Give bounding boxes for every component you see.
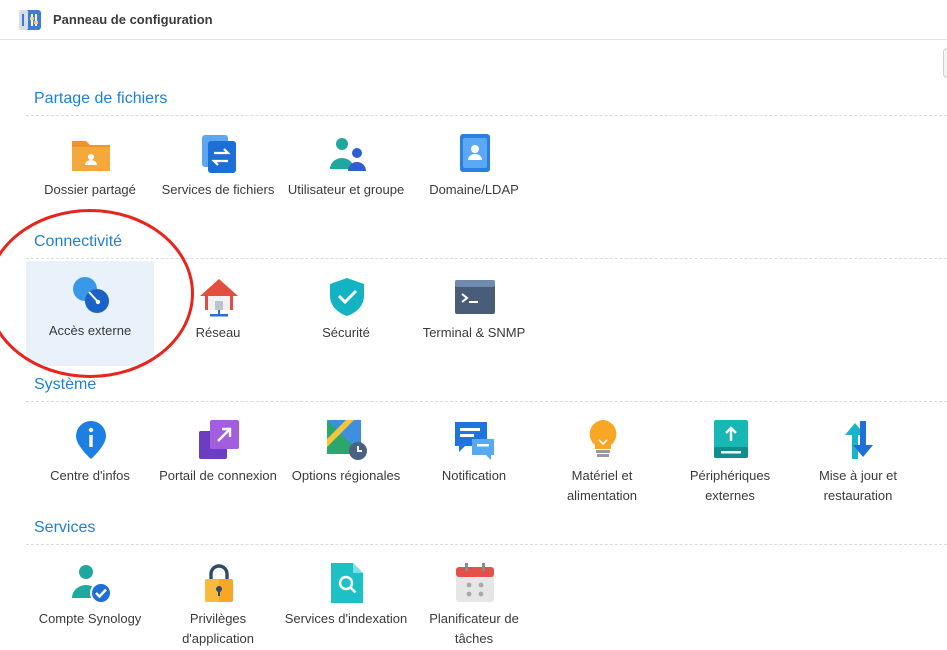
domain-ldap-icon <box>460 134 490 172</box>
tile-regional-options[interactable]: Options régionales <box>282 402 410 507</box>
login-portal-icon <box>199 420 239 459</box>
tile-label: Services de fichiers <box>161 182 275 197</box>
tile-label: Mise à jour et restauration <box>818 468 898 503</box>
tile-label: Planificateur de tâches <box>429 611 519 646</box>
update-restore-icon <box>845 421 873 459</box>
tile-label: Privilèges d'application <box>182 611 254 646</box>
title-bar: Panneau de configuration <box>0 0 947 40</box>
section-title: Système <box>34 376 97 393</box>
regional-options-icon <box>327 420 367 460</box>
section-title: Partage de fichiers <box>34 90 168 107</box>
tile-label: Matériel et alimentation <box>566 468 638 503</box>
external-access-icon <box>73 277 109 313</box>
window-title: Panneau de configuration <box>53 12 213 27</box>
tile-login-portal[interactable]: Portail de connexion <box>154 402 282 507</box>
tile-external-devices[interactable]: Périphériques externes <box>666 402 794 507</box>
tile-shared-folder[interactable]: Dossier partagé <box>26 116 154 221</box>
tile-label: Portail de connexion <box>159 468 277 483</box>
tile-update-restore[interactable]: Mise à jour et restauration <box>794 402 922 507</box>
tile-label: Périphériques externes <box>689 468 771 503</box>
app-privileges-icon <box>205 564 233 602</box>
terminal-icon <box>455 280 495 314</box>
tile-info-center[interactable]: Centre d'infos <box>26 402 154 507</box>
tile-label: Services d'indexation <box>284 611 408 626</box>
section-title: Services <box>34 519 96 536</box>
network-icon <box>200 279 238 317</box>
control-panel-app-icon <box>19 10 41 30</box>
tile-user-group[interactable]: Utilisateur et groupe <box>282 116 410 221</box>
shared-folder-icon <box>72 141 110 171</box>
tile-label: Réseau <box>195 325 241 340</box>
tile-app-privileges[interactable]: Privilèges d'application <box>154 545 282 650</box>
panel-resize-handle[interactable] <box>943 48 947 78</box>
tile-external-access[interactable]: Accès externe <box>26 261 154 366</box>
tile-file-services[interactable]: Services de fichiers <box>154 116 282 221</box>
tile-label: Accès externe <box>48 323 132 338</box>
tile-label: Compte Synology <box>38 611 142 626</box>
notification-icon <box>455 422 494 460</box>
tile-notification[interactable]: Notification <box>410 402 538 507</box>
section-title: Connectivité <box>34 233 123 250</box>
synology-account-icon <box>72 565 112 604</box>
tile-label: Terminal & SNMP <box>422 325 526 340</box>
tile-label: Utilisateur et groupe <box>287 182 405 197</box>
tile-security[interactable]: Sécurité <box>282 259 410 364</box>
tile-task-scheduler[interactable]: Planificateur de tâches <box>410 545 538 650</box>
info-center-icon <box>76 421 106 459</box>
user-group-icon <box>330 138 366 171</box>
indexing-service-icon <box>331 563 363 603</box>
tile-terminal-snmp[interactable]: Terminal & SNMP <box>410 259 538 364</box>
tile-label: Domaine/LDAP <box>429 182 519 197</box>
hardware-power-icon <box>589 420 617 457</box>
tile-label: Sécurité <box>322 325 370 340</box>
task-scheduler-icon <box>456 563 494 602</box>
tile-network[interactable]: Réseau <box>154 259 282 364</box>
tile-label: Options régionales <box>291 468 401 483</box>
tile-label: Dossier partagé <box>44 182 136 197</box>
tile-synology-account[interactable]: Compte Synology <box>26 545 154 650</box>
security-shield-icon <box>330 278 364 316</box>
tile-label: Notification <box>441 468 507 483</box>
file-services-icon <box>202 135 236 173</box>
tile-indexing-service[interactable]: Services d'indexation <box>282 545 410 650</box>
tile-label: Centre d'infos <box>50 468 130 483</box>
tile-hardware-power[interactable]: Matériel et alimentation <box>538 402 666 507</box>
external-devices-icon <box>714 420 748 458</box>
tile-domain-ldap[interactable]: Domaine/LDAP <box>410 116 538 221</box>
